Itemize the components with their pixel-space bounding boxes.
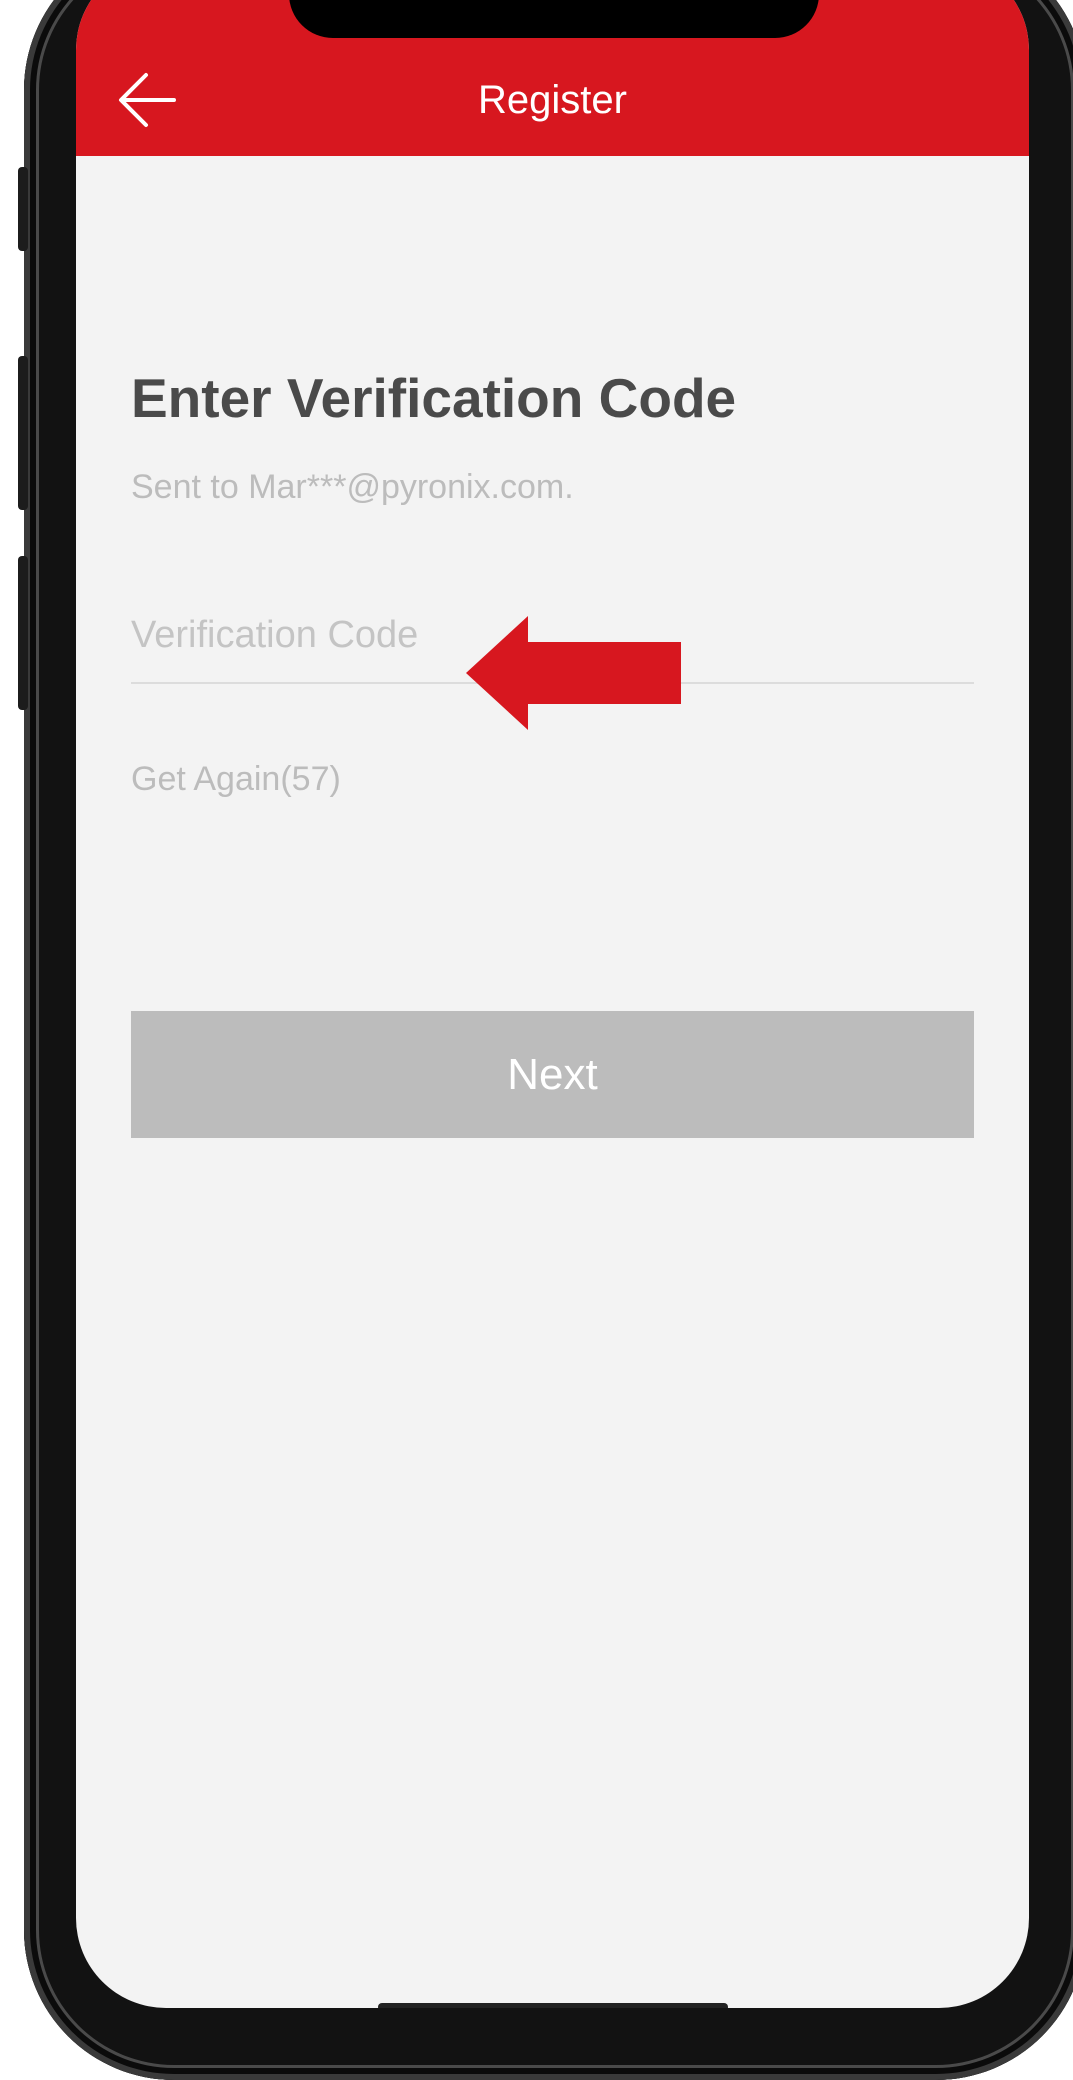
home-indicator [378,2003,728,2008]
get-again-countdown[interactable]: Get Again(57) [131,758,341,800]
volume-down-button [18,556,28,710]
sent-to-text: Sent to Mar***@pyronix.com. [131,468,574,506]
next-button[interactable]: Next [131,1011,974,1138]
notch [289,0,819,38]
page-title: Enter Verification Code [131,367,737,429]
red-arrow-left-icon [466,616,681,730]
phone-screen: Register Enter Verification Code Sent to… [76,0,1029,2008]
header-title: Register [478,78,627,122]
mute-switch [18,167,28,251]
volume-up-button [18,356,28,510]
